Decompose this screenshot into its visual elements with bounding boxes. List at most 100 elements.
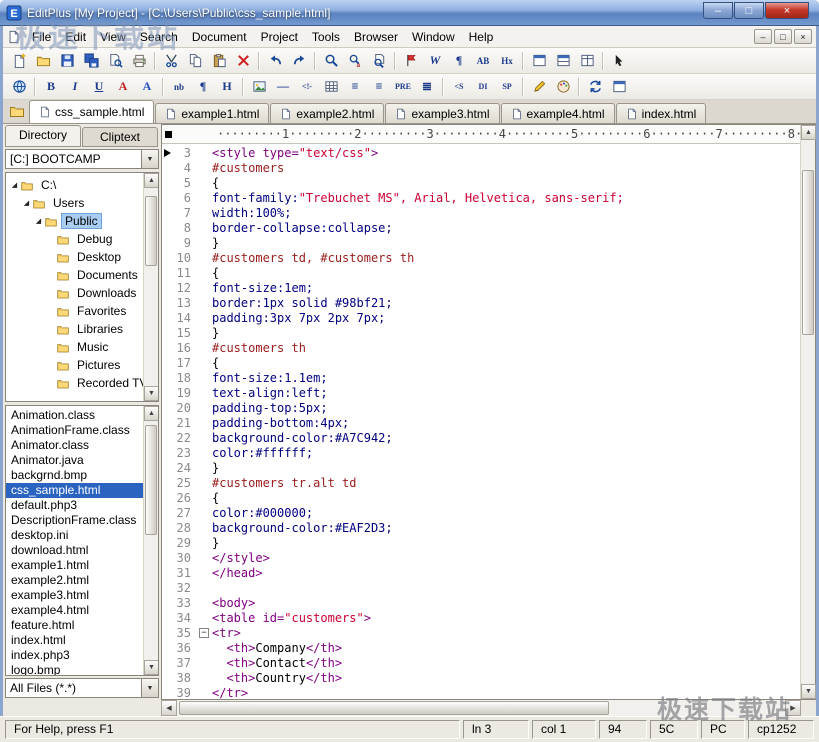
save-button[interactable] xyxy=(55,50,79,72)
mdi-close-button[interactable]: × xyxy=(794,29,812,44)
code-line-24[interactable]: 24} xyxy=(162,461,800,476)
new-window-button[interactable] xyxy=(527,50,551,72)
code-line-36[interactable]: 36 <th>Company</th> xyxy=(162,641,800,656)
copy-button[interactable] xyxy=(183,50,207,72)
code-line-38[interactable]: 38 <th>Country</th> xyxy=(162,671,800,686)
tree-item-pictures[interactable]: Pictures xyxy=(6,356,143,374)
toggle-marker-button[interactable] xyxy=(399,50,423,72)
find-button[interactable] xyxy=(319,50,343,72)
tab-example3.html[interactable]: example3.html xyxy=(385,103,499,123)
scroll-thumb[interactable] xyxy=(179,701,609,715)
titlebar[interactable]: E EditPlus [My Project] - [C:\Users\Publ… xyxy=(0,0,819,26)
heading-button[interactable]: H xyxy=(215,76,239,98)
scroll-down-button[interactable]: ▼ xyxy=(144,660,159,675)
code-line-25[interactable]: 25#customers tr.alt td xyxy=(162,476,800,491)
file-item-default.php3[interactable]: default.php3 xyxy=(6,498,143,513)
file-item-example2.html[interactable]: example2.html xyxy=(6,573,143,588)
code-line-17[interactable]: 17{ xyxy=(162,356,800,371)
tab-index.html[interactable]: index.html xyxy=(616,103,707,123)
div-button[interactable]: DI xyxy=(471,76,495,98)
code-line-8[interactable]: 8border-collapse:collapse; xyxy=(162,221,800,236)
context-help-button[interactable] xyxy=(607,50,631,72)
scroll-up-button[interactable]: ▲ xyxy=(801,125,816,140)
scroll-track[interactable] xyxy=(801,140,815,684)
file-item-feature.html[interactable]: feature.html xyxy=(6,618,143,633)
scroll-right-button[interactable]: ▶ xyxy=(785,700,801,716)
file-item-animation.class[interactable]: Animation.class xyxy=(6,408,143,423)
tree-item-public[interactable]: ◢Public xyxy=(6,212,143,230)
spell-check-button[interactable]: AB xyxy=(471,50,495,72)
color-picker-button[interactable] xyxy=(551,76,575,98)
dropdown-arrow-icon[interactable]: ▼ xyxy=(141,150,158,168)
file-item-animator.java[interactable]: Animator.java xyxy=(6,453,143,468)
cut-button[interactable] xyxy=(159,50,183,72)
scroll-track[interactable] xyxy=(144,188,158,386)
scroll-thumb[interactable] xyxy=(145,425,157,535)
code-line-33[interactable]: 33<body> xyxy=(162,596,800,611)
underline-button[interactable]: U xyxy=(87,76,111,98)
menu-tools[interactable]: Tools xyxy=(305,27,347,47)
scroll-thumb[interactable] xyxy=(145,196,157,266)
file-filter-selector[interactable]: All Files (*.*) ▼ xyxy=(5,678,159,698)
tree-item-desktop[interactable]: Desktop xyxy=(6,248,143,266)
bold-button[interactable]: B xyxy=(39,76,63,98)
code-line-37[interactable]: 37 <th>Contact</th> xyxy=(162,656,800,671)
tab-css_sample.html[interactable]: css_sample.html xyxy=(29,100,154,123)
code-line-3[interactable]: 3<style type="text/css"> xyxy=(162,146,800,161)
code-line-14[interactable]: 14padding:3px 7px 2px 7px; xyxy=(162,311,800,326)
file-item-css_sample.html[interactable]: css_sample.html xyxy=(6,483,143,498)
strikeout-button[interactable]: <S xyxy=(447,76,471,98)
mdi-restore-button[interactable]: □ xyxy=(774,29,792,44)
fold-toggle-icon[interactable]: − xyxy=(199,628,209,638)
editor-horizontal-scrollbar[interactable]: ◀▶ xyxy=(161,700,801,716)
print-button[interactable] xyxy=(127,50,151,72)
break-button[interactable]: ¶ xyxy=(191,76,215,98)
scroll-down-button[interactable]: ▼ xyxy=(144,386,159,401)
tree-item-favorites[interactable]: Favorites xyxy=(6,302,143,320)
browser-window-button[interactable] xyxy=(607,76,631,98)
code-line-30[interactable]: 30</style> xyxy=(162,551,800,566)
tab-example4.html[interactable]: example4.html xyxy=(501,103,615,123)
redo-button[interactable] xyxy=(287,50,311,72)
code-line-21[interactable]: 21padding-bottom:4px; xyxy=(162,416,800,431)
tab-example1.html[interactable]: example1.html xyxy=(155,103,269,123)
tree-item-downloads[interactable]: Downloads xyxy=(6,284,143,302)
code-line-10[interactable]: 10#customers td, #customers th xyxy=(162,251,800,266)
code-line-39[interactable]: 39</tr> xyxy=(162,686,800,699)
tree-item-recorded-tv[interactable]: Recorded TV xyxy=(6,374,143,392)
menu-window[interactable]: Window xyxy=(405,27,462,47)
editor-vertical-scrollbar[interactable]: ▲▼ xyxy=(800,125,815,699)
save-all-button[interactable] xyxy=(79,50,103,72)
scroll-left-button[interactable]: ◀ xyxy=(161,700,177,716)
code-line-9[interactable]: 9} xyxy=(162,236,800,251)
menu-edit[interactable]: Edit xyxy=(58,27,93,47)
file-item-desktop.ini[interactable]: desktop.ini xyxy=(6,528,143,543)
tree-item-documents[interactable]: Documents xyxy=(6,266,143,284)
file-item-descriptionframe.class[interactable]: DescriptionFrame.class xyxy=(6,513,143,528)
file-item-example3.html[interactable]: example3.html xyxy=(6,588,143,603)
menu-view[interactable]: View xyxy=(93,27,133,47)
file-item-example4.html[interactable]: example4.html xyxy=(6,603,143,618)
collapse-arrow-icon[interactable]: ◢ xyxy=(9,181,20,189)
collapse-arrow-icon[interactable]: ◢ xyxy=(33,217,44,225)
browser-preview-button[interactable] xyxy=(7,76,31,98)
menu-help[interactable]: Help xyxy=(462,27,501,47)
code-line-22[interactable]: 22background-color:#A7C942; xyxy=(162,431,800,446)
scroll-up-button[interactable]: ▲ xyxy=(144,173,159,188)
tree-item-debug[interactable]: Debug xyxy=(6,230,143,248)
italic-button[interactable]: I xyxy=(63,76,87,98)
code-line-32[interactable]: 32 xyxy=(162,581,800,596)
code-line-13[interactable]: 13border:1px solid #98bf21; xyxy=(162,296,800,311)
file-item-animator.class[interactable]: Animator.class xyxy=(6,438,143,453)
scroll-up-button[interactable]: ▲ xyxy=(144,406,159,421)
replace-button[interactable]: a xyxy=(343,50,367,72)
new-document-button[interactable] xyxy=(7,50,31,72)
list-button[interactable]: ≣ xyxy=(415,76,439,98)
file-item-example1.html[interactable]: example1.html xyxy=(6,558,143,573)
mdi-minimize-button[interactable]: – xyxy=(754,29,772,44)
code-line-31[interactable]: 31</head> xyxy=(162,566,800,581)
find-in-files-button[interactable] xyxy=(367,50,391,72)
comment-button[interactable]: <!- xyxy=(295,76,319,98)
code-line-35[interactable]: 35−<tr> xyxy=(162,626,800,641)
scroll-track[interactable] xyxy=(144,421,158,660)
